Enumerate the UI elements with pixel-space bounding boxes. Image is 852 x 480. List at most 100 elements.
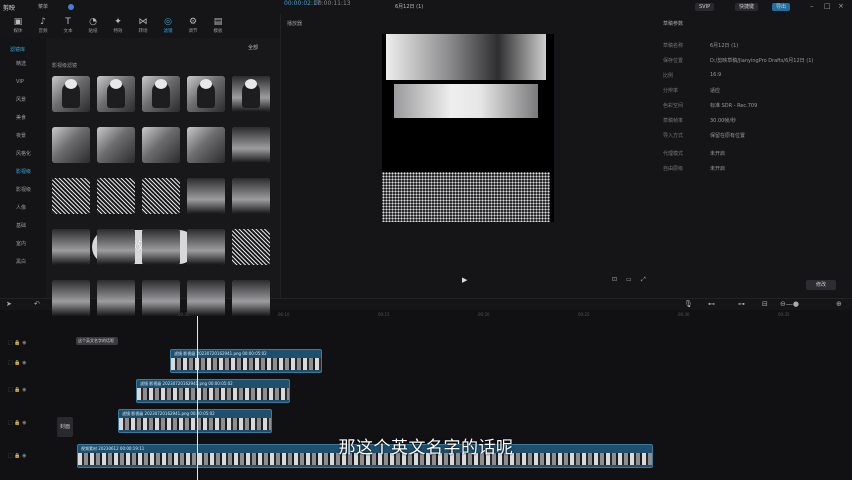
sidebar-header[interactable]: 滤镜库 [6, 44, 48, 56]
tool-icon: ◔ [89, 17, 97, 27]
minimize-icon[interactable]: – [810, 2, 814, 10]
filter-thumbnail[interactable] [232, 178, 270, 214]
filter-thumbnail[interactable] [232, 229, 270, 265]
cap-shape [65, 79, 77, 89]
ratio-icon[interactable]: ▭ [626, 276, 632, 283]
filter-thumbnail[interactable] [52, 280, 90, 316]
filter-thumbnail[interactable] [187, 178, 225, 214]
cap-shape [155, 79, 167, 89]
filter-thumbnail[interactable] [142, 127, 180, 163]
filter-thumbnail[interactable] [187, 280, 225, 316]
track-controls[interactable]: ⬚ 🔒 ◉ [8, 453, 27, 459]
text-clip[interactable]: 这个英文名字的话呢 [76, 337, 118, 345]
thumbnail-image [52, 229, 90, 265]
filter-thumbnail[interactable] [97, 280, 135, 316]
cover-button[interactable]: 封面 [57, 417, 73, 437]
time-tick: 00:30 [678, 312, 690, 317]
mic-icon[interactable]: 🎙 [684, 300, 693, 308]
tool-3[interactable]: ◔ 贴纸 [81, 14, 105, 38]
fullscreen-icon[interactable]: ⤢ [641, 276, 646, 284]
subtitle-caption: 那这个英文名字的话呢 [338, 438, 514, 458]
video-clip[interactable]: 滤镜 影视级 20230720162941.png 00:00:05:02 [136, 379, 290, 403]
filter-thumbnail[interactable] [232, 280, 270, 316]
prop-value: 6月12日 (1) [710, 43, 739, 49]
tool-7[interactable]: ⚙ 调节 [181, 14, 205, 38]
maximize-icon[interactable]: □ [824, 2, 831, 10]
clip-frames [137, 388, 289, 400]
app-logo: 剪映 [3, 5, 16, 12]
shortcut-button[interactable]: 快捷键 [735, 3, 759, 11]
close-icon[interactable]: × [838, 2, 844, 10]
filter-thumbnail[interactable] [97, 127, 135, 163]
track-controls[interactable]: ⬚ 🔒 ◉ [8, 340, 27, 346]
track-controls[interactable]: ⬚ 🔒 ◉ [8, 387, 27, 393]
prop-label: 草稿帧率 [663, 118, 684, 124]
link-icon[interactable]: ⊷ [708, 300, 715, 308]
playhead[interactable] [194, 308, 201, 480]
tool-6[interactable]: ◎ 滤镜 [156, 14, 180, 38]
play-icon[interactable]: ▶ [462, 276, 467, 284]
filter-thumbnail[interactable] [52, 178, 90, 214]
filter-thumbnail[interactable] [52, 127, 90, 163]
tool-label: 特效 [113, 29, 123, 34]
tool-icon: ◎ [164, 17, 172, 27]
menu-button[interactable]: 菜单 [38, 3, 48, 10]
svip-button[interactable]: SVIP [695, 3, 715, 11]
tool-label: 调节 [188, 29, 198, 34]
filter-thumbnail[interactable] [142, 280, 180, 316]
filter-thumbnail[interactable] [142, 76, 180, 112]
filter-thumbnail[interactable] [52, 229, 90, 265]
track-controls[interactable]: ⬚ 🔒 ◉ [8, 420, 27, 426]
tool-5[interactable]: ⋈ 转场 [131, 14, 155, 38]
filter-thumbnail[interactable] [232, 76, 270, 112]
zoom-slider[interactable]: ⊖—● [780, 300, 799, 308]
thumbnail-image [232, 280, 270, 316]
filter-thumbnail[interactable] [97, 76, 135, 112]
filter-all-dropdown[interactable]: 全部 [248, 44, 258, 51]
clip-title: 滤镜 影视级 20230720162941.png 00:00:05:02 [140, 381, 233, 386]
prop-value: 未开启 [710, 151, 726, 157]
prop-value: 16:9 [710, 72, 722, 78]
filter-thumbnail[interactable] [187, 127, 225, 163]
prop-label: 色彩空间 [663, 103, 684, 109]
filter-thumbnail[interactable] [232, 127, 270, 163]
tool-1[interactable]: ♪ 音频 [31, 14, 55, 38]
filter-thumbnail[interactable] [52, 76, 90, 112]
thumbnail-image [142, 127, 180, 163]
tool-icon: ⚙ [188, 17, 198, 27]
preview-canvas[interactable] [382, 34, 554, 222]
select-tool-icon[interactable]: ➤ [6, 300, 12, 308]
thumbnail-image [187, 280, 225, 316]
tool-icon: ▣ [13, 17, 23, 27]
zoom-in-icon[interactable]: ⊕ [836, 300, 842, 308]
tool-4[interactable]: ✦ 特效 [106, 14, 130, 38]
video-clip[interactable]: 滤镜 影视级 20230720162941.png 00:00:05:02 [170, 349, 322, 373]
undo-icon[interactable]: ↶ [34, 300, 40, 308]
filter-thumbnail[interactable] [97, 229, 135, 265]
preview-axis-icon[interactable]: ⊟ [762, 300, 768, 308]
thumbnail-image [232, 127, 270, 163]
modify-button[interactable]: 修改 [806, 280, 836, 290]
prop-label: 分辨率 [663, 88, 679, 94]
filter-thumbnail[interactable] [97, 178, 135, 214]
magnet-icon[interactable]: ⊶ [738, 300, 745, 308]
preview-strip [386, 34, 546, 80]
thumbnail-image [97, 280, 135, 316]
fit-icon[interactable]: ⊡ [612, 276, 617, 283]
clip-title: 滤镜 影视级 20230720162941.png 00:00:05:02 [174, 351, 267, 356]
filter-thumbnail[interactable] [142, 229, 180, 265]
track-controls[interactable]: ⬚ 🔒 ◉ [8, 360, 27, 366]
tool-2[interactable]: T 文本 [56, 14, 80, 38]
tool-8[interactable]: ▤ 模板 [206, 14, 230, 38]
filter-thumbnail[interactable] [187, 229, 225, 265]
prop-value: D:/剪映草稿/JianyingPro Drafts/6月12日 (1) [710, 58, 814, 64]
tool-0[interactable]: ▣ 媒体 [6, 14, 30, 38]
export-button[interactable]: 导出 [772, 3, 791, 11]
tool-label: 模板 [213, 29, 223, 34]
video-clip[interactable]: 滤镜 影视级 20230720162941.png 00:00:05:02 [118, 409, 272, 433]
filter-thumbnail[interactable] [187, 76, 225, 112]
preview-strip [394, 84, 538, 118]
tool-label: 滤镜 [163, 29, 173, 34]
filter-thumbnail[interactable] [142, 178, 180, 214]
tool-icon: ✦ [114, 17, 122, 27]
